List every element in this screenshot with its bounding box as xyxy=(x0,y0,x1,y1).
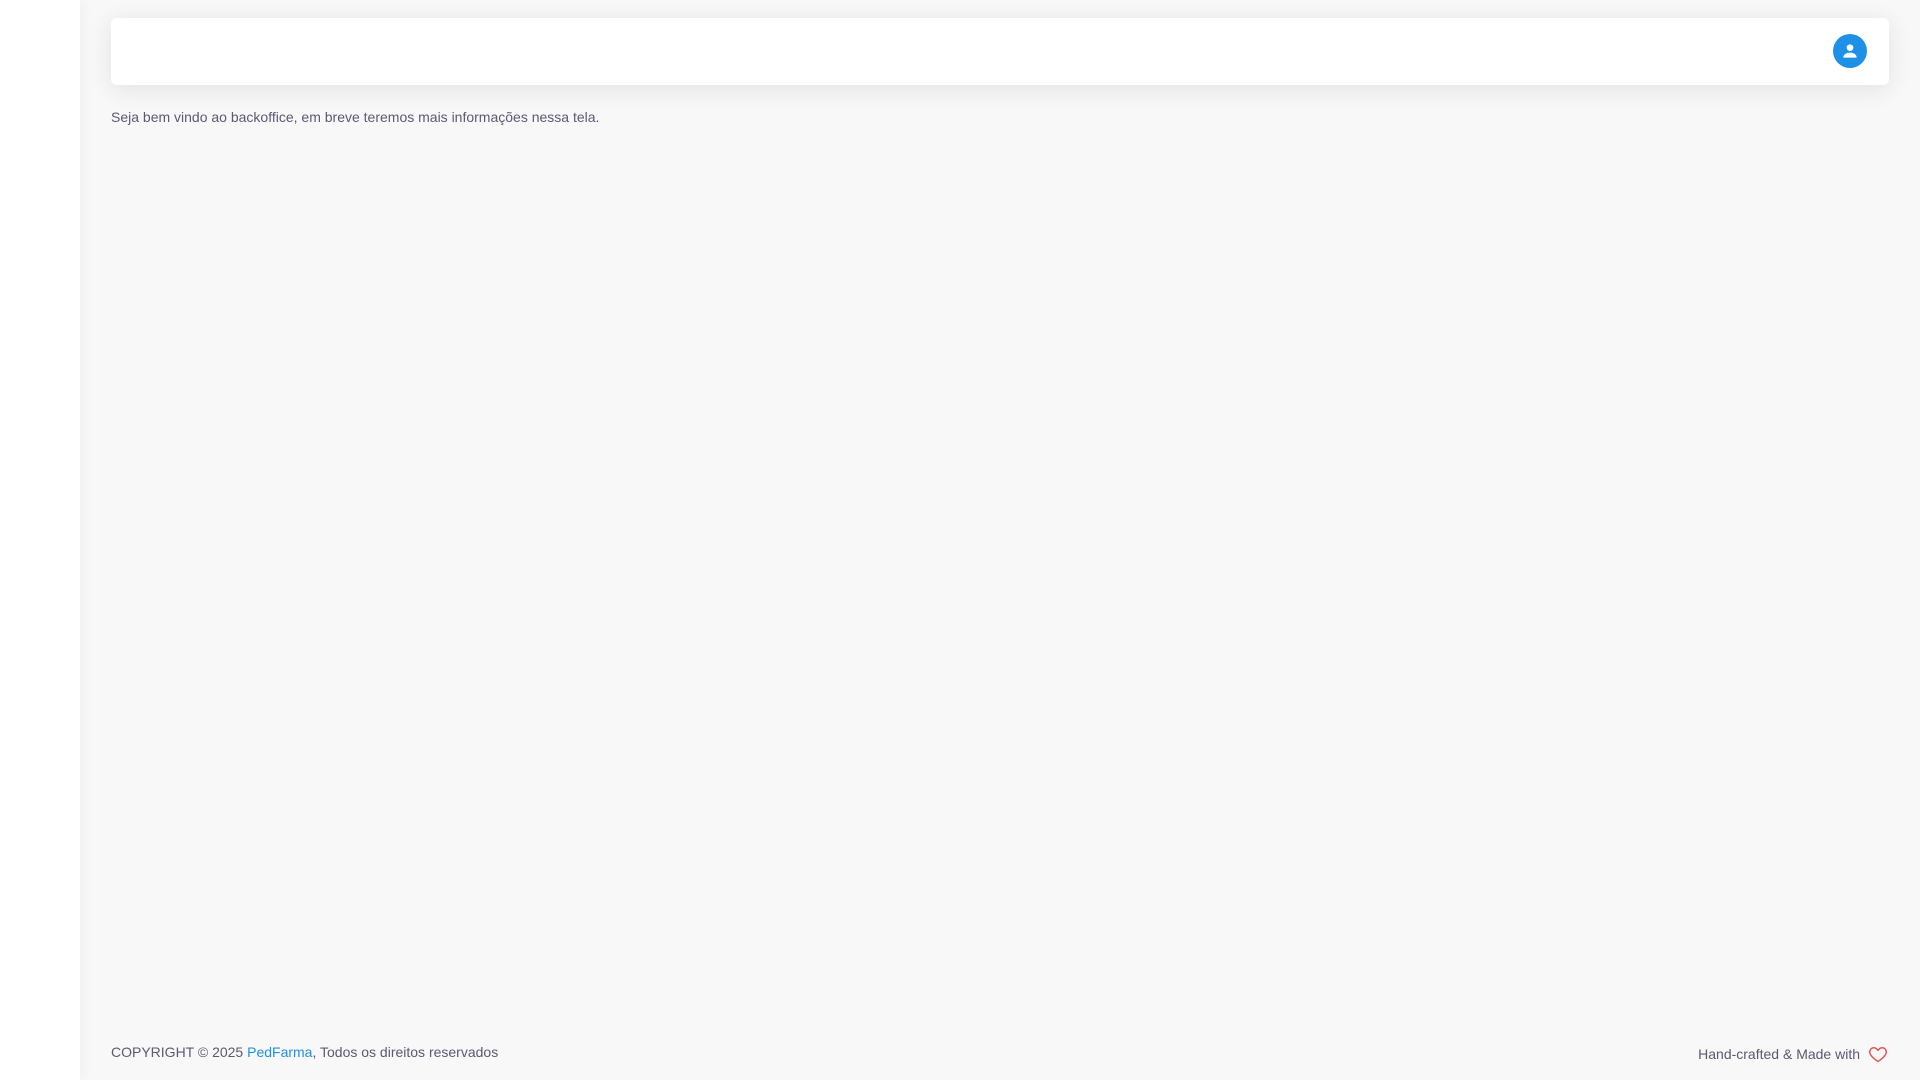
copyright-prefix: COPYRIGHT © 2025 xyxy=(111,1044,248,1060)
user-avatar-icon xyxy=(1843,44,1857,58)
heart-icon xyxy=(1869,1047,1887,1063)
brand-link[interactable]: PedFarma xyxy=(247,1044,312,1060)
footer: COPYRIGHT © 2025 PedFarma, Todos os dire… xyxy=(111,1044,1889,1066)
sidebar xyxy=(0,0,80,1080)
main-content: Seja bem vindo ao backoffice, em breve t… xyxy=(80,0,1920,1080)
copyright-suffix: , Todos os direitos reservados xyxy=(312,1044,499,1060)
footer-made-with: Hand-crafted & Made with xyxy=(1698,1044,1889,1064)
made-with-text: Hand-crafted & Made with xyxy=(1698,1046,1860,1062)
footer-copyright: COPYRIGHT © 2025 PedFarma, Todos os dire… xyxy=(111,1044,498,1060)
top-navbar xyxy=(111,18,1889,85)
app: Seja bem vindo ao backoffice, em breve t… xyxy=(0,0,1920,1080)
welcome-message: Seja bem vindo ao backoffice, em breve t… xyxy=(111,109,600,125)
user-avatar-button[interactable] xyxy=(1833,34,1867,68)
